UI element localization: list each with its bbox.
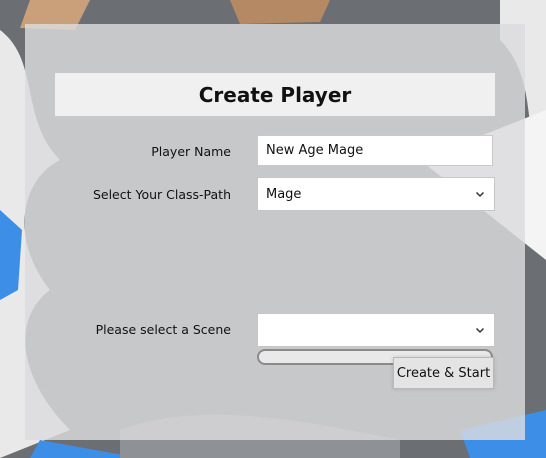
class-path-label: Select Your Class-Path [92, 187, 231, 202]
scene-select[interactable] [257, 313, 495, 347]
player-name-input[interactable]: New Age Mage [257, 135, 493, 166]
create-player-panel: Create Player Player Name New Age Mage S… [25, 24, 525, 440]
chevron-down-icon [475, 327, 485, 334]
page-title: Create Player [198, 82, 352, 107]
scene-label: Please select a Scene [95, 322, 231, 337]
create-player-screen: Create Player Player Name New Age Mage S… [0, 0, 546, 458]
class-path-selected-value: Mage [266, 186, 302, 202]
player-name-label: Player Name [151, 144, 231, 159]
create-and-start-button[interactable]: Create & Start [393, 357, 494, 389]
title-bar: Create Player [55, 73, 495, 116]
chevron-down-icon [475, 191, 485, 198]
class-path-select[interactable]: Mage [257, 177, 495, 211]
player-name-value: New Age Mage [266, 143, 364, 158]
